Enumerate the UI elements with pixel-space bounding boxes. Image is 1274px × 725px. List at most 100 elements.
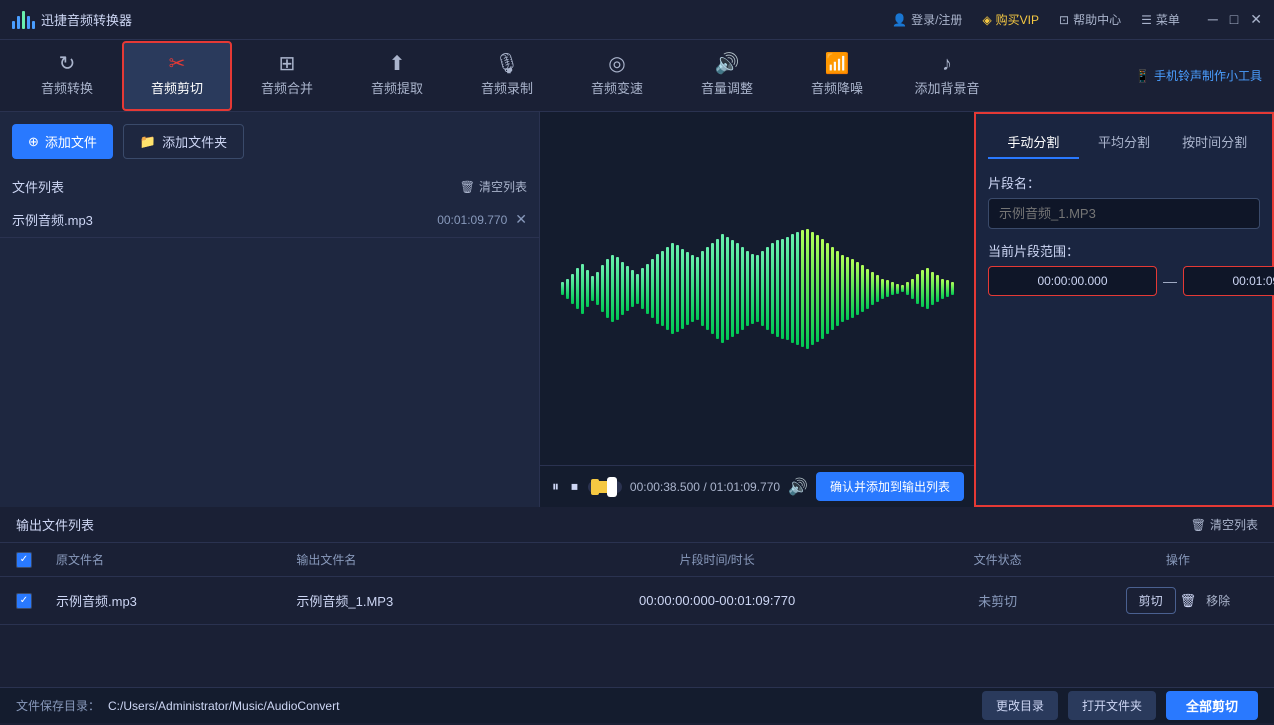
waveform-bar <box>891 282 894 295</box>
nav-item-convert[interactable]: ↻ 音频转换 <box>12 41 122 111</box>
nav-item-record[interactable]: 🎙 音频录制 <box>452 41 562 111</box>
stop-button[interactable]: ⏹ <box>569 476 580 497</box>
col-header-time: 片段时间/时长 <box>537 551 898 568</box>
timeline-track[interactable] <box>588 481 622 493</box>
row-out: 示例音频_1.MP3 <box>296 591 536 610</box>
close-button[interactable]: ✕ <box>1250 11 1262 28</box>
denoise-icon: 📶 <box>825 54 850 74</box>
waveform-bar <box>921 270 924 307</box>
waveform-bar <box>826 243 829 335</box>
waveform-bar <box>661 251 664 326</box>
current-time: 00:00:38.500 / 01:01:09.770 <box>630 480 780 494</box>
select-all-checkbox[interactable]: ✓ <box>16 552 32 568</box>
waveform-bar <box>741 247 744 330</box>
row-check[interactable]: ✓ <box>16 593 56 609</box>
file-duration: 00:01:09.770 <box>437 213 507 227</box>
waveform-bar <box>881 279 884 299</box>
waveform-bar <box>716 239 719 339</box>
output-header: 输出文件列表 🗑 清空列表 <box>0 507 1274 543</box>
waveform-bar <box>841 255 844 322</box>
nav-item-cut[interactable]: ✂ 音频剪切 <box>122 41 232 111</box>
menu-button[interactable]: ☰ 菜单 <box>1141 11 1180 28</box>
waveform-bar <box>671 243 674 335</box>
logo-icon <box>12 11 35 29</box>
waveform-bar <box>911 279 914 299</box>
login-button[interactable]: 👤 登录/注册 <box>892 11 962 28</box>
waveform-bar <box>951 282 954 295</box>
waveform-bar <box>656 254 659 324</box>
waveform-bar <box>706 247 709 330</box>
waveform-bar <box>601 265 604 312</box>
left-panel: ⊕ 添加文件 📁 添加文件夹 文件列表 🗑 清空列表 示例音频.mp3 00:0… <box>0 112 540 507</box>
waveform-bar <box>811 232 814 345</box>
restore-button[interactable]: □ <box>1230 11 1238 28</box>
waveform-bar <box>571 274 574 304</box>
waveform-bar <box>851 259 854 317</box>
waveform-bar <box>621 262 624 315</box>
waveform-bar <box>606 259 609 317</box>
volume-icon[interactable]: 🔊 <box>788 477 808 497</box>
ringtone-tool-button[interactable]: 📱 手机铃声制作小工具 <box>1135 67 1262 84</box>
range-end-input[interactable] <box>1183 266 1274 296</box>
waveform-bar <box>646 264 649 314</box>
del-icon: 🗑 <box>1180 593 1197 609</box>
waveform-bar <box>786 237 789 340</box>
trash-output-icon: 🗑 <box>1191 518 1206 532</box>
help-button[interactable]: ⊡ 帮助中心 <box>1059 11 1121 28</box>
waveform-bar <box>936 275 939 302</box>
cut-all-button[interactable]: 全部剪切 <box>1166 691 1258 720</box>
timeline-cursor[interactable] <box>607 477 617 497</box>
waveform-bar <box>751 254 754 324</box>
nav-item-volume[interactable]: 🔊 音量调整 <box>672 41 782 111</box>
range-start-input[interactable] <box>988 266 1157 296</box>
waveform-bar <box>771 243 774 335</box>
change-dir-button[interactable]: 更改目录 <box>982 691 1058 720</box>
waveform-bar <box>856 262 859 315</box>
pause-button[interactable]: ⏸ <box>550 476 561 497</box>
nav-label-merge: 音频合并 <box>261 78 313 97</box>
confirm-add-button[interactable]: 确认并添加到输出列表 <box>816 472 964 501</box>
minimize-button[interactable]: ─ <box>1208 11 1218 28</box>
waveform-bar <box>626 266 629 311</box>
app-logo: 迅捷音频转换器 <box>12 10 132 29</box>
help-icon: ⊡ <box>1059 13 1069 27</box>
open-folder-button[interactable]: 打开文件夹 <box>1068 691 1156 720</box>
range-label: 当前片段范围： <box>988 241 1260 260</box>
add-file-button[interactable]: ⊕ 添加文件 <box>12 124 113 159</box>
plus-icon: ⊕ <box>28 134 39 150</box>
remove-file-button[interactable]: ✕ <box>515 211 527 228</box>
clear-file-list-button[interactable]: 🗑 清空列表 <box>460 178 527 195</box>
nav-item-merge[interactable]: ⊞ 音频合并 <box>232 41 342 111</box>
waveform-bar <box>576 268 579 310</box>
vip-icon: ◈ <box>982 13 991 27</box>
nav-item-speed[interactable]: ◎ 音频变速 <box>562 41 672 111</box>
window-controls: ─ □ ✕ <box>1208 11 1262 28</box>
output-section: 输出文件列表 🗑 清空列表 ✓ 原文件名 输出文件名 片段时间/时长 文件状态 … <box>0 507 1274 687</box>
row-checkbox[interactable]: ✓ <box>16 593 32 609</box>
nav-item-denoise[interactable]: 📶 音频降噪 <box>782 41 892 111</box>
clear-output-button[interactable]: 🗑 清空列表 <box>1191 516 1258 533</box>
timeline-left-handle[interactable] <box>591 479 599 495</box>
waveform-bar <box>861 265 864 312</box>
nav-item-extract[interactable]: ⬆ 音频提取 <box>342 41 452 111</box>
nav-item-bg[interactable]: ♪ 添加背景音 <box>892 41 1002 111</box>
tab-manual[interactable]: 手动分割 <box>988 126 1079 159</box>
add-folder-button[interactable]: 📁 添加文件夹 <box>123 124 244 159</box>
waveform-bar <box>581 264 584 314</box>
waveform-bar <box>611 255 614 322</box>
ringtone-icon: 📱 <box>1135 69 1150 83</box>
waveform-bar <box>676 245 679 332</box>
app-title: 迅捷音频转换器 <box>41 10 132 29</box>
tab-average[interactable]: 平均分割 <box>1079 126 1170 159</box>
delete-button[interactable]: 移除 <box>1206 592 1230 609</box>
tab-time[interactable]: 按时间分割 <box>1169 126 1260 159</box>
buy-vip-button[interactable]: ◈ 购买VIP <box>982 11 1039 28</box>
segment-name-input[interactable] <box>988 198 1260 229</box>
nav-label-volume: 音量调整 <box>701 78 753 97</box>
waveform-area[interactable] <box>540 112 974 465</box>
waveform-bar <box>711 243 714 335</box>
waveform-bar <box>821 239 824 339</box>
status-label: 文件保存目录： <box>16 697 100 714</box>
action-bar: ⊕ 添加文件 📁 添加文件夹 <box>0 112 539 171</box>
cut-button[interactable]: 剪切 <box>1126 587 1176 614</box>
